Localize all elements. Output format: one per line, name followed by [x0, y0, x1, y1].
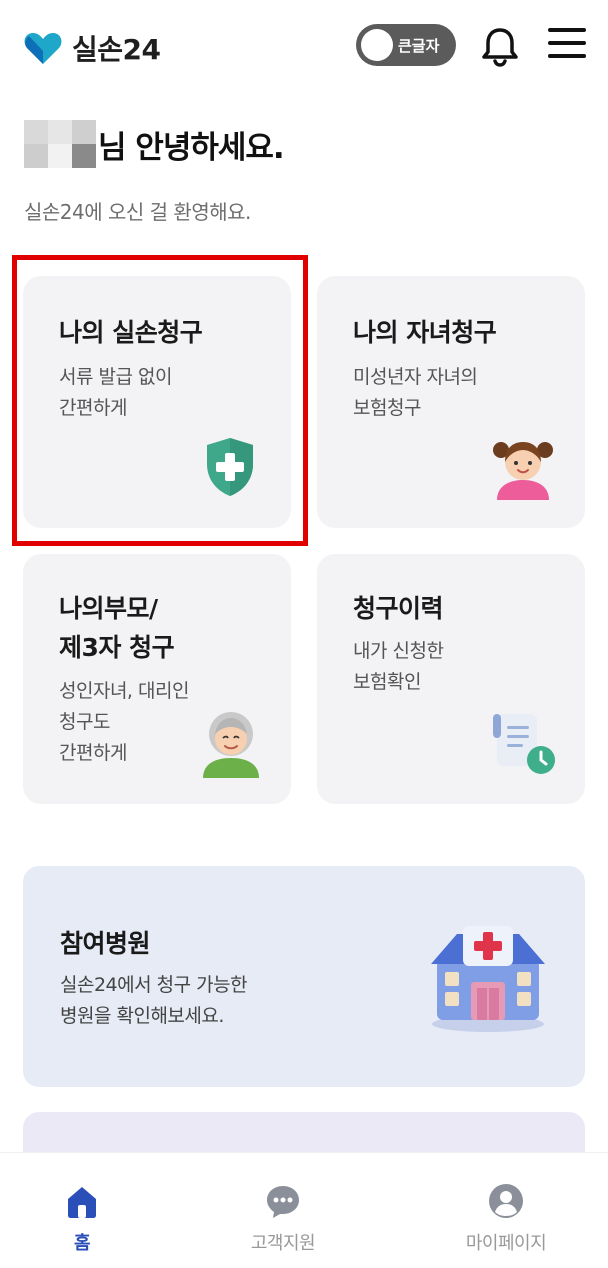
logo-text: 실손24	[72, 33, 161, 66]
large-text-toggle[interactable]: 큰글자	[356, 24, 456, 66]
card-desc-line3: 간편하게	[59, 742, 127, 764]
document-clock-icon	[493, 714, 555, 774]
child-avatar-icon	[493, 442, 553, 500]
toggle-label: 큰글자	[398, 37, 440, 55]
card-title: 청구이력	[353, 594, 444, 623]
tab-my-page[interactable]: 마이페이지	[436, 1183, 576, 1255]
tab-label: 홈	[73, 1233, 91, 1254]
tab-label: 고객지원	[250, 1233, 316, 1254]
card-desc-line1: 미성년자 자녀의	[353, 366, 478, 388]
hamburger-menu-icon[interactable]	[548, 28, 586, 62]
app-header: 실손24 큰글자	[0, 0, 608, 92]
card-title: 나의 자녀청구	[353, 318, 497, 347]
greeting-text: 님 안녕하세요.	[98, 129, 285, 166]
tab-home[interactable]: 홈	[12, 1183, 152, 1255]
toggle-knob	[361, 29, 393, 61]
card-desc-line1: 성인자녀, 대리인	[59, 680, 189, 702]
card-title-line1: 나의부모/	[59, 594, 158, 623]
greeting: 님 안녕하세요.	[24, 120, 285, 168]
card-desc-line1: 내가 신청한	[353, 640, 444, 662]
bell-icon[interactable]	[478, 24, 522, 68]
parent-third-party-claim-card[interactable]: 나의부모/ 제3자 청구 성인자녀, 대리인 청구도 간편하게	[23, 554, 291, 804]
banner-desc-line2: 병원을 확인해보세요.	[60, 1005, 224, 1027]
hospital-building-icon	[431, 926, 545, 1032]
banner-title: 참여병원	[60, 929, 151, 958]
card-desc-line2: 청구도	[59, 711, 110, 733]
claim-history-card[interactable]: 청구이력 내가 신청한 보험확인	[317, 554, 585, 804]
grandmother-avatar-icon	[203, 712, 259, 778]
card-desc-line2: 보험확인	[353, 671, 421, 693]
user-name-mosaic	[24, 120, 96, 168]
user-circle-icon	[489, 1184, 523, 1218]
partner-hospitals-banner[interactable]: 참여병원 실손24에서 청구 가능한 병원을 확인해보세요.	[23, 866, 585, 1087]
card-desc-line2: 보험청구	[353, 397, 421, 419]
welcome-text: 실손24에 오신 걸 환영해요.	[24, 200, 251, 224]
banner-desc-line1: 실손24에서 청구 가능한	[60, 974, 248, 996]
card-title-line2: 제3자 청구	[59, 633, 175, 662]
app-logo[interactable]: 실손24	[24, 28, 161, 68]
heart-logo-icon	[24, 33, 62, 64]
tab-customer-support[interactable]: 고객지원	[213, 1183, 353, 1255]
chat-bubble-icon	[267, 1186, 299, 1218]
home-icon	[68, 1187, 96, 1218]
child-claim-card[interactable]: 나의 자녀청구 미성년자 자녀의 보험청구	[317, 276, 585, 528]
tab-label: 마이페이지	[465, 1233, 547, 1254]
selection-highlight	[12, 255, 308, 546]
bottom-tab-bar: 홈 고객지원 마이페이지	[0, 1152, 608, 1268]
